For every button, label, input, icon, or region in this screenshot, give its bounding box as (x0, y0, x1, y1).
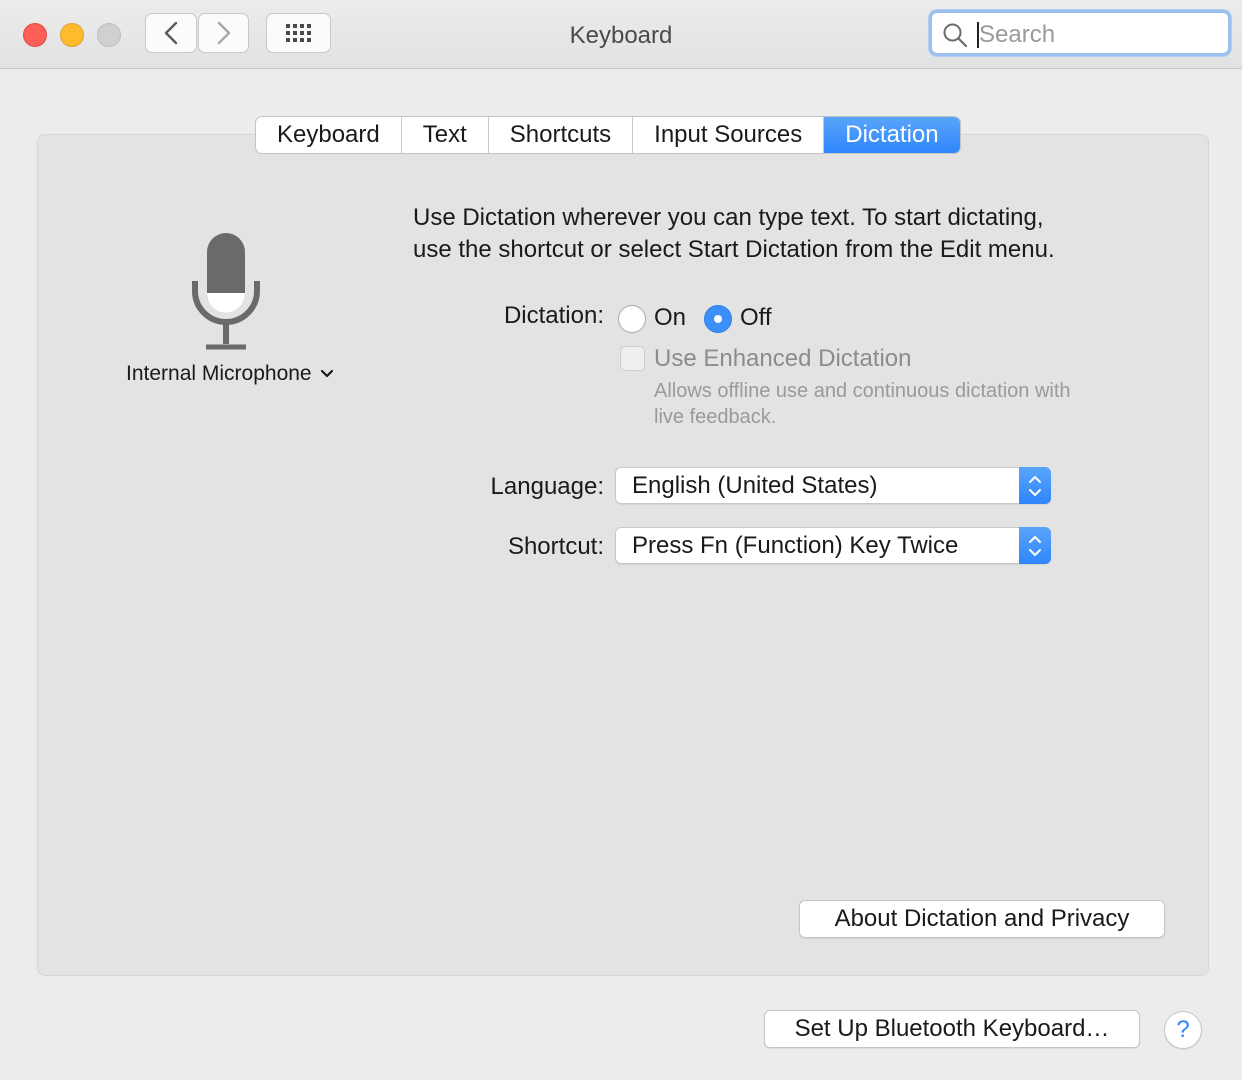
text-cursor (977, 22, 979, 48)
shortcut-popup[interactable]: Press Fn (Function) Key Twice (615, 527, 1051, 564)
intro-line-2: use the shortcut or select Start Dictati… (413, 236, 1055, 263)
chevron-down-icon (320, 369, 333, 378)
search-icon (943, 23, 968, 48)
tab-dictation[interactable]: Dictation (824, 117, 960, 153)
enhanced-desc-line-2: live feedback. (654, 406, 777, 428)
dictation-off-radio[interactable] (704, 305, 732, 333)
search-placeholder: Search (979, 21, 1056, 48)
tab-input-sources[interactable]: Input Sources (633, 117, 825, 153)
shortcut-label: Shortcut: (507, 533, 604, 560)
setup-bluetooth-keyboard-button[interactable]: Set Up Bluetooth Keyboard… (764, 1010, 1140, 1048)
language-value: English (United States) (632, 472, 878, 499)
enhanced-dictation-description: Allows offline use and continuous dictat… (654, 378, 1154, 430)
tab-bar: Keyboard Text Shortcuts Input Sources Di… (255, 116, 961, 154)
shortcut-value: Press Fn (Function) Key Twice (632, 532, 959, 559)
dictation-off-label[interactable]: Off (740, 304, 772, 332)
dictation-on-radio[interactable] (618, 305, 646, 333)
tab-text[interactable]: Text (402, 117, 489, 153)
language-popup[interactable]: English (United States) (615, 467, 1051, 504)
dictation-intro: Use Dictation wherever you can type text… (413, 202, 1133, 266)
enhanced-desc-line-1: Allows offline use and continuous dictat… (654, 380, 1071, 402)
language-label: Language: (490, 473, 604, 500)
microphone-icon (192, 233, 260, 350)
enhanced-dictation-checkbox[interactable] (620, 346, 645, 371)
tab-keyboard[interactable]: Keyboard (256, 117, 402, 153)
help-button[interactable]: ? (1164, 1011, 1202, 1049)
intro-line-1: Use Dictation wherever you can type text… (413, 204, 1044, 231)
dictation-on-label[interactable]: On (654, 304, 686, 332)
title-bar: Keyboard Search (0, 0, 1242, 69)
dictation-label: Dictation: (503, 302, 604, 329)
microphone-source-menu[interactable]: Internal Microphone (126, 362, 334, 386)
about-dictation-privacy-button[interactable]: About Dictation and Privacy (799, 900, 1165, 938)
search-field[interactable]: Search (929, 10, 1231, 56)
tab-shortcuts[interactable]: Shortcuts (489, 117, 634, 153)
popup-arrows-icon (1019, 527, 1051, 564)
enhanced-dictation-label: Use Enhanced Dictation (654, 345, 912, 372)
microphone-source-label: Internal Microphone (126, 362, 312, 385)
popup-arrows-icon (1019, 467, 1051, 504)
